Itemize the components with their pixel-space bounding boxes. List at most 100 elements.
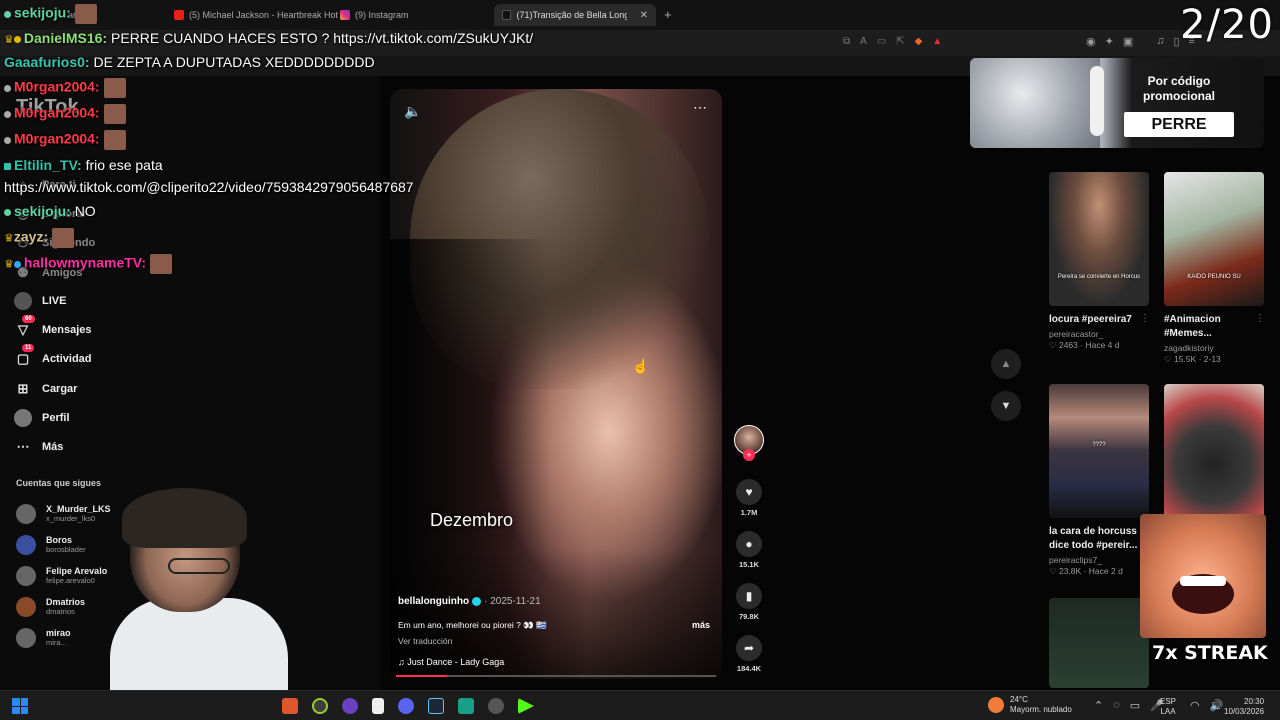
following-username: mira... <box>46 638 67 647</box>
avatar <box>16 534 36 555</box>
network-icon[interactable]: ◌ <box>1113 699 1120 712</box>
previous-video-button[interactable]: ▲ <box>991 349 1021 379</box>
video-author[interactable]: bellalonguinho · 2025-11-21 <box>398 596 541 607</box>
chat-user: zayz: <box>13 228 49 245</box>
more-link[interactable]: más <box>692 620 710 630</box>
avatar <box>16 596 36 617</box>
creator-avatar[interactable]: + <box>733 425 765 461</box>
nav-label: Mensajes <box>42 323 92 336</box>
app-icon[interactable] <box>312 698 328 714</box>
crown-icon: ♛ <box>4 34 14 46</box>
badge-icon <box>4 10 11 18</box>
video-user: zagadkistoriy <box>1164 343 1214 353</box>
system-tray: ⌃ ◌ ▭ 🎤 <box>1094 699 1164 712</box>
obs-icon[interactable] <box>488 698 504 714</box>
follow-plus-icon[interactable]: + <box>743 449 755 461</box>
chat-link[interactable]: https://www.tiktok.com/@cliperito22/vide… <box>4 179 414 195</box>
emote-icon <box>74 4 97 24</box>
language-icon[interactable]: A <box>860 36 867 47</box>
language-indicator[interactable]: ESP LAA <box>1160 697 1176 717</box>
weather-widget[interactable]: 24°C Mayorm. nublado <box>988 695 1072 715</box>
video-progress-bar[interactable] <box>396 675 716 677</box>
following-item[interactable]: Dmatrios dmatrios <box>16 591 111 622</box>
webcam-hair <box>122 488 247 548</box>
activity-badge: 11 <box>22 344 35 353</box>
battery-icon[interactable]: ▭ <box>1130 699 1140 712</box>
sidebar-icon[interactable]: ▯ <box>1173 35 1179 48</box>
badge-icon <box>13 35 21 43</box>
more-options-icon[interactable]: ⋮ <box>1140 313 1150 324</box>
recommended-video[interactable] <box>1164 384 1264 518</box>
app-icon[interactable] <box>458 698 474 714</box>
emote-icon <box>103 78 126 98</box>
nav-label: Cargar <box>42 382 78 395</box>
recommended-video[interactable] <box>1049 598 1149 688</box>
thumbnail-caption: KAIDO PEUNIO SU <box>1187 274 1241 280</box>
comment-button[interactable]: ● 15.1K <box>733 531 765 569</box>
more-icon: ⋯ <box>16 439 30 455</box>
following-item[interactable]: Felipe Arevalo felipe.arevalo0 <box>16 560 111 591</box>
clock[interactable]: 20:30 10/03/2026 <box>1224 697 1264 717</box>
sidebar-item-live[interactable]: LIVE <box>14 286 92 315</box>
sidebar-item-perfil[interactable]: Perfil <box>14 403 92 432</box>
author-name: bellalonguinho <box>398 596 470 607</box>
twitch-icon[interactable] <box>342 698 358 714</box>
wallet-icon[interactable]: ▣ <box>1123 35 1133 48</box>
chat-user: M0rgan2004: <box>14 130 100 147</box>
brave-rewards-icon[interactable]: ▲ <box>932 36 942 47</box>
translate-icon[interactable]: ⧉ <box>843 36 850 47</box>
following-title: Cuentas que sigues <box>16 478 102 488</box>
share-button[interactable]: ➦ 184.4K <box>733 635 765 673</box>
music-link[interactable]: ♫ Just Dance - Lady Gaga <box>398 657 504 667</box>
windows-start-icon[interactable] <box>12 698 28 714</box>
volume-icon[interactable]: 🔊 <box>1210 699 1224 712</box>
badge-icon <box>4 162 11 170</box>
video-title: #Animacion #Memes... <box>1164 314 1221 339</box>
video-title: la cara de horcuss dice todo #pereir... <box>1049 526 1138 551</box>
brave-icon[interactable] <box>282 698 298 714</box>
sidebar-item-cargar[interactable]: ⊞ Cargar <box>14 374 92 403</box>
share-arrow-icon: ➦ <box>736 635 762 661</box>
steam-icon[interactable] <box>428 698 444 714</box>
badge-icon <box>4 208 11 216</box>
like-button[interactable]: ♥ 1.7M <box>733 479 765 517</box>
video-time: · Hace 4 d <box>1080 340 1120 350</box>
save-count: 79.8K <box>738 612 759 621</box>
recommended-video[interactable]: ???? la cara de horcuss dice todo #perei… <box>1049 384 1149 577</box>
promo-text: Por código promocional <box>1142 74 1215 103</box>
following-item[interactable]: Boros borosblader <box>16 529 111 560</box>
next-video-button[interactable]: ▼ <box>991 391 1021 421</box>
chat-user: sekijoju: <box>14 203 71 219</box>
thumbnail-caption: Pereira se convierte en Horcus <box>1057 274 1141 280</box>
more-options-icon[interactable]: ⋮ <box>1255 313 1265 324</box>
brave-shield-icon[interactable]: ◆ <box>915 36 923 47</box>
messages-badge: 60 <box>22 314 35 323</box>
bookmark-icon: ▮ <box>736 583 762 609</box>
screen-icon[interactable]: ▭ <box>877 36 886 47</box>
sidebar-item-actividad[interactable]: ▢ 11 Actividad <box>14 344 92 374</box>
sidebar-item-mensajes[interactable]: ▽ 60 Mensajes <box>14 314 92 344</box>
sidebar-nav-main: LIVE ▽ 60 Mensajes ▢ 11 Actividad ⊞ Cargar Pe… <box>14 286 92 462</box>
translate-link[interactable]: Ver traducción <box>398 636 452 646</box>
progress-fill <box>396 675 448 677</box>
discord-icon[interactable] <box>398 698 414 714</box>
wifi-icon[interactable]: ◠ <box>1190 699 1200 712</box>
extension-icon[interactable]: ◉ <box>1086 35 1096 48</box>
chevron-up-icon[interactable]: ⌃ <box>1094 699 1103 712</box>
file-icon[interactable] <box>372 698 384 714</box>
save-button[interactable]: ▮ 79.8K <box>733 583 765 621</box>
recommended-video[interactable]: Pereira se convierte en Horcus locura #p… <box>1049 172 1149 351</box>
stream-chat: sekijoju: ♛ DanielMS16: PERRE CUANDO HACE… <box>0 0 700 290</box>
puzzle-icon[interactable]: ✦ <box>1105 35 1114 48</box>
music-icon[interactable]: ♫ <box>1156 35 1164 48</box>
following-item[interactable]: mirao mira... <box>16 622 111 653</box>
kick-icon[interactable] <box>518 698 534 714</box>
recommended-video[interactable]: KAIDO PEUNIO SU #Animacion #Memes... zag… <box>1164 172 1264 365</box>
tray-2: ◠ 🔊 <box>1190 699 1223 712</box>
upload-icon: ⊞ <box>17 380 29 396</box>
share-icon[interactable]: ⇱ <box>896 36 904 47</box>
video-stats: ♡ 23.8K · Hace 2 d <box>1049 566 1149 577</box>
chat-message: Gaaafurios0: DE ZEPTA A DUPUTADAS XEDDDD… <box>4 54 375 70</box>
following-item[interactable]: X_Murder_LKS x_murder_lks0 <box>16 498 111 529</box>
sidebar-item-mas[interactable]: ⋯ Más <box>14 432 92 461</box>
